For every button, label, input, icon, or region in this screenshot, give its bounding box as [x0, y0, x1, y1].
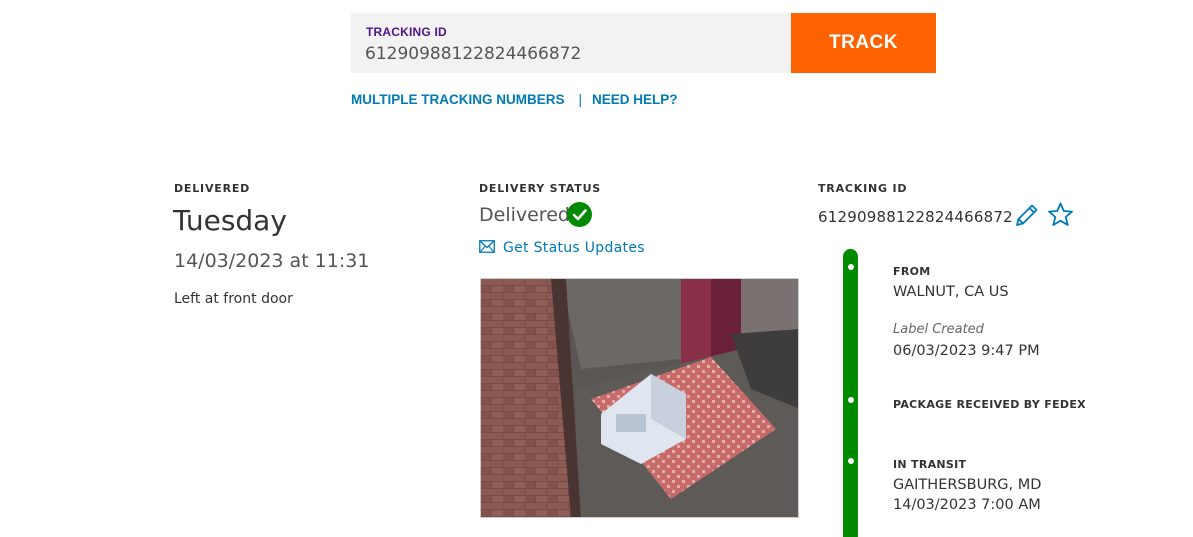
- timeline-received-header: PACKAGE RECEIVED BY FEDEX: [893, 398, 1086, 411]
- tracking-id-value: 61290988122824466872: [818, 208, 1013, 226]
- tracking-id-header: TRACKING ID: [818, 182, 908, 195]
- timeline-transit-header: IN TRANSIT: [893, 458, 967, 471]
- get-status-updates-link[interactable]: Get Status Updates: [503, 240, 645, 256]
- delivery-status-value: Delivered: [479, 204, 570, 226]
- timeline-event-datetime: 06/03/2023 9:47 PM: [893, 343, 1040, 359]
- delivery-datetime: 14/03/2023 at 11:31: [174, 250, 370, 272]
- multiple-tracking-link[interactable]: MULTIPLE TRACKING NUMBERS: [351, 92, 565, 107]
- timeline-dot: [848, 264, 854, 270]
- delivery-status-header: DELIVERY STATUS: [479, 182, 602, 195]
- tracking-search-box[interactable]: TRACKING ID: [351, 13, 791, 73]
- timeline-from-location: WALNUT, CA US: [893, 284, 1009, 300]
- delivered-header: DELIVERED: [174, 182, 251, 195]
- tracking-id-input[interactable]: [365, 42, 775, 66]
- delivery-day: Tuesday: [173, 204, 287, 237]
- check-circle-icon: [567, 202, 592, 227]
- timeline-bar: [843, 249, 858, 537]
- timeline-transit-datetime: 14/03/2023 7:00 AM: [893, 497, 1041, 513]
- need-help-link[interactable]: NEED HELP?: [592, 92, 678, 107]
- timeline-event-label: Label Created: [893, 322, 984, 337]
- help-links: MULTIPLE TRACKING NUMBERS | NEED HELP?: [351, 92, 678, 107]
- star-icon[interactable]: [1047, 202, 1074, 232]
- timeline-from-header: FROM: [893, 265, 931, 278]
- pencil-icon[interactable]: [1014, 202, 1040, 232]
- delivery-photo[interactable]: [480, 278, 799, 518]
- delivery-note: Left at front door: [174, 291, 293, 307]
- timeline-dot: [848, 458, 854, 464]
- search-label: TRACKING ID: [366, 25, 447, 39]
- timeline-transit-location: GAITHERSBURG, MD: [893, 477, 1042, 493]
- timeline-dot: [848, 397, 854, 403]
- envelope-icon: [479, 238, 495, 257]
- link-separator: |: [578, 92, 583, 107]
- track-button[interactable]: TRACK: [791, 13, 936, 73]
